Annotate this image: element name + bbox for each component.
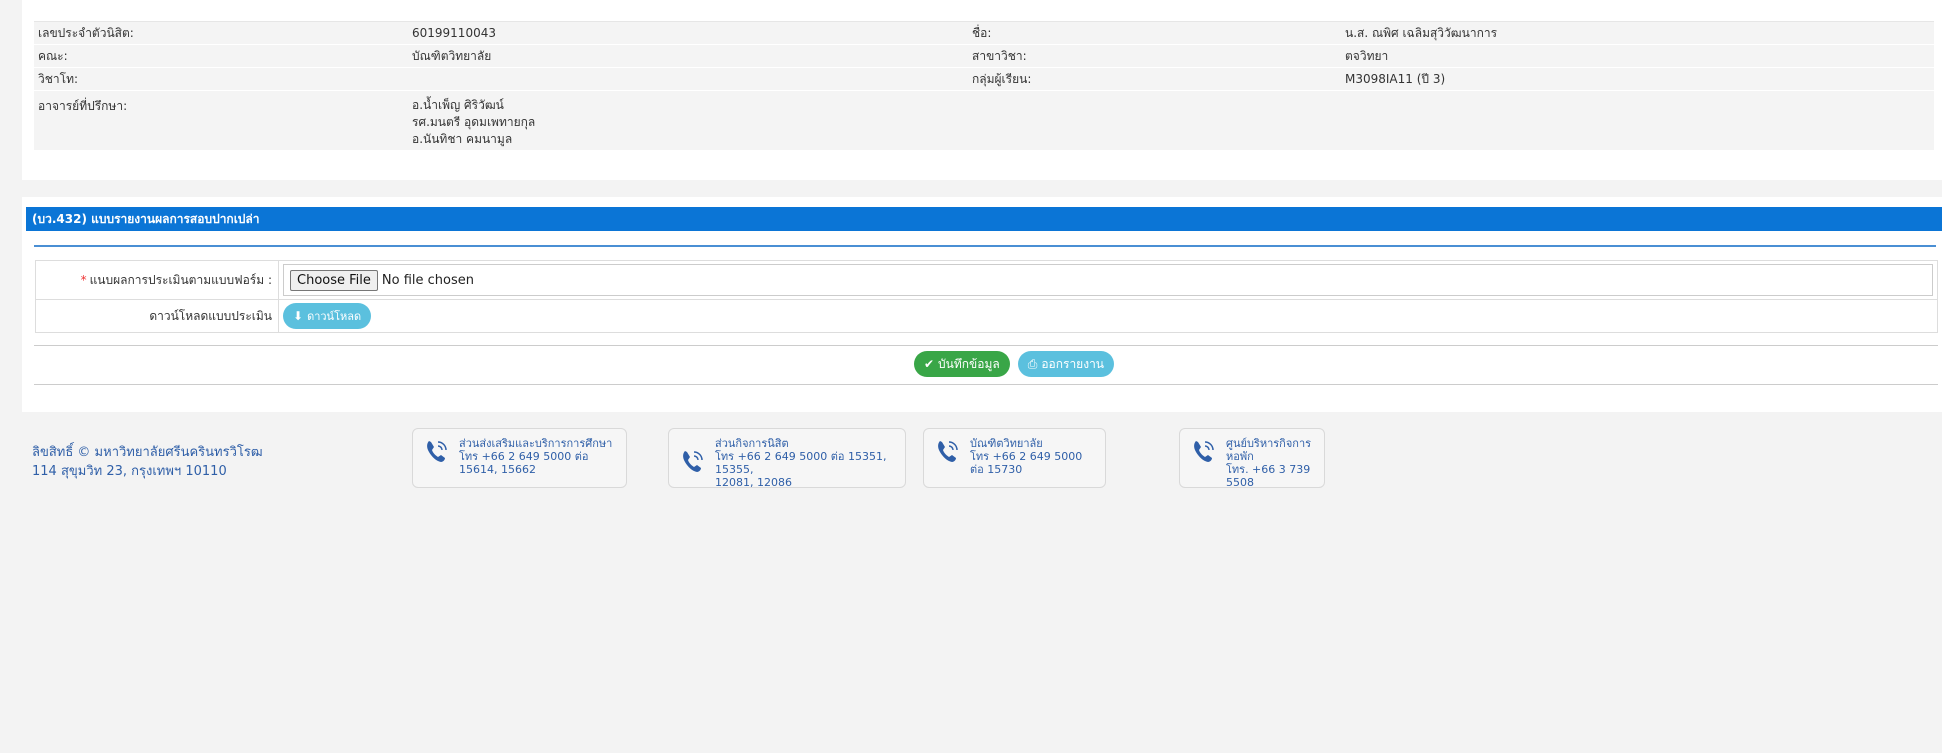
copyright-block: ลิขสิทธิ์ © มหาวิทยาลัยศรีนครินทรวิโรฒ 1… [32,443,263,481]
no-file-text: No file chosen [381,272,474,288]
advisor-list: อ.น้ำเพ็ญ ศิริวัฒน์ รศ.มนตรี อุดมเพทายกุ… [412,97,972,148]
contact-phone: โทร +66 2 649 5000 ต่อ 15730 [970,450,1083,476]
major-value: ตจวิทยา [1345,48,1389,63]
contact-phone: โทร. +66 3 739 5508 [1226,463,1311,489]
contact-phone: โทร +66 2 649 5000 ต่อ 15614, 15662 [459,450,589,476]
divider [34,245,1936,247]
group-label: กลุ่มผู้เรียน: [972,71,1032,86]
download-icon: ⬇ [293,309,304,323]
check-icon: ✔ [923,357,935,371]
name-value: น.ส. ณพิศ เฉลิมสุวิวัฒนาการ [1345,25,1498,40]
save-button-label: บันทึกข้อมูล [938,356,1000,371]
upload-label-cell: * แนบผลการประเมินตามแบบฟอร์ม : [36,261,279,299]
divider [34,384,1938,385]
form-actions: ✔ บันทึกข้อมูล ⎙ ออกรายงาน [22,351,1942,377]
info-row-student-id: เลขประจำตัวนิสิต: 60199110043 ชื่อ: น.ส.… [34,22,1934,45]
save-button[interactable]: ✔ บันทึกข้อมูล [913,351,1010,377]
form-title: (บว.432) แบบรายงานผลการสอบปากเปล่า [26,207,1942,231]
report-button-label: ออกรายงาน [1041,356,1105,371]
upload-field-cell: Choose File No file chosen [279,261,1937,299]
advisor-label: อาจารย์ที่ปรึกษา: [38,99,128,113]
contact-name: ศูนย์บริหารกิจการหอพัก [1226,437,1312,463]
student-info-panel: เลขประจำตัวนิสิต: 60199110043 ชื่อ: น.ส.… [22,0,1942,180]
group-value: M3098IA11 (ปี 3) [1345,71,1446,86]
major-label: สาขาวิชา: [972,48,1027,63]
faculty-value: บัณฑิตวิทยาลัย [412,48,492,63]
advisor-name: อ.น้ำเพ็ญ ศิริวัฒน์ [412,98,504,112]
advisor-name: อ.นันทิชา คมนามูล [412,132,513,146]
name-label: ชื่อ: [972,25,992,40]
phone-icon [1190,437,1218,465]
phone-icon [679,447,707,475]
download-field-cell: ⬇ ดาวน์โหลด [279,300,1937,332]
file-input[interactable]: Choose File No file chosen [283,264,1933,296]
student-id-value: 60199110043 [412,26,496,40]
required-mark: * [80,273,87,287]
download-button-label: ดาวน์โหลด [307,310,362,323]
download-row: ดาวน์โหลดแบบประเมิน ⬇ ดาวน์โหลด [36,300,1937,332]
contact-card: ส่วนกิจการนิสิต โทร +66 2 649 5000 ต่อ 1… [668,428,906,489]
advisor-name: รศ.มนตรี อุดมเพทายกุล [412,115,536,129]
download-label: ดาวน์โหลดแบบประเมิน [36,300,279,332]
form-table: * แนบผลการประเมินตามแบบฟอร์ม : Choose Fi… [35,260,1938,333]
download-button[interactable]: ⬇ ดาวน์โหลด [283,303,372,329]
minor-label: วิชาโท: [38,71,79,86]
phone-icon [934,437,962,465]
contact-card: ศูนย์บริหารกิจการหอพัก โทร. +66 3 739 55… [1179,428,1325,489]
info-row-minor: วิชาโท: กลุ่มผู้เรียน: M3098IA11 (ปี 3) [34,68,1934,91]
report-button[interactable]: ⎙ ออกรายงาน [1017,351,1115,377]
info-row-advisor: อาจารย์ที่ปรึกษา: อ.น้ำเพ็ญ ศิริวัฒน์ รศ… [34,91,1934,151]
print-icon: ⎙ [1027,356,1038,371]
divider [34,345,1938,346]
copyright-text: ลิขสิทธิ์ © มหาวิทยาลัยศรีนครินทรวิโรฒ [32,445,263,460]
choose-file-button[interactable]: Choose File [290,269,378,291]
report-form-panel: (บว.432) แบบรายงานผลการสอบปากเปล่า * แนบ… [22,197,1942,412]
contact-name: ส่วนส่งเสริมและบริการการศึกษา [459,437,613,450]
student-info-table: เลขประจำตัวนิสิต: 60199110043 ชื่อ: น.ส.… [34,21,1934,151]
contact-phone: โทร +66 2 649 5000 ต่อ 15351, 15355, [715,450,887,476]
contact-card: บัณฑิตวิทยาลัย โทร +66 2 649 5000 ต่อ 15… [923,428,1106,488]
address-text: 114 สุขุมวิท 23, กรุงเทพฯ 10110 [32,464,227,479]
info-row-faculty: คณะ: บัณฑิตวิทยาลัย สาขาวิชา: ตจวิทยา [34,45,1934,68]
contact-name: บัณฑิตวิทยาลัย [970,437,1043,450]
student-id-label: เลขประจำตัวนิสิต: [38,25,134,40]
upload-row: * แนบผลการประเมินตามแบบฟอร์ม : Choose Fi… [36,261,1937,300]
contact-name: ส่วนกิจการนิสิต [715,437,789,450]
contact-phone: 12081, 12086 [715,476,792,489]
phone-icon [423,437,451,465]
contact-card: ส่วนส่งเสริมและบริการการศึกษา โทร +66 2 … [412,428,627,488]
faculty-label: คณะ: [38,48,68,63]
upload-label: แนบผลการประเมินตามแบบฟอร์ม : [89,272,272,287]
